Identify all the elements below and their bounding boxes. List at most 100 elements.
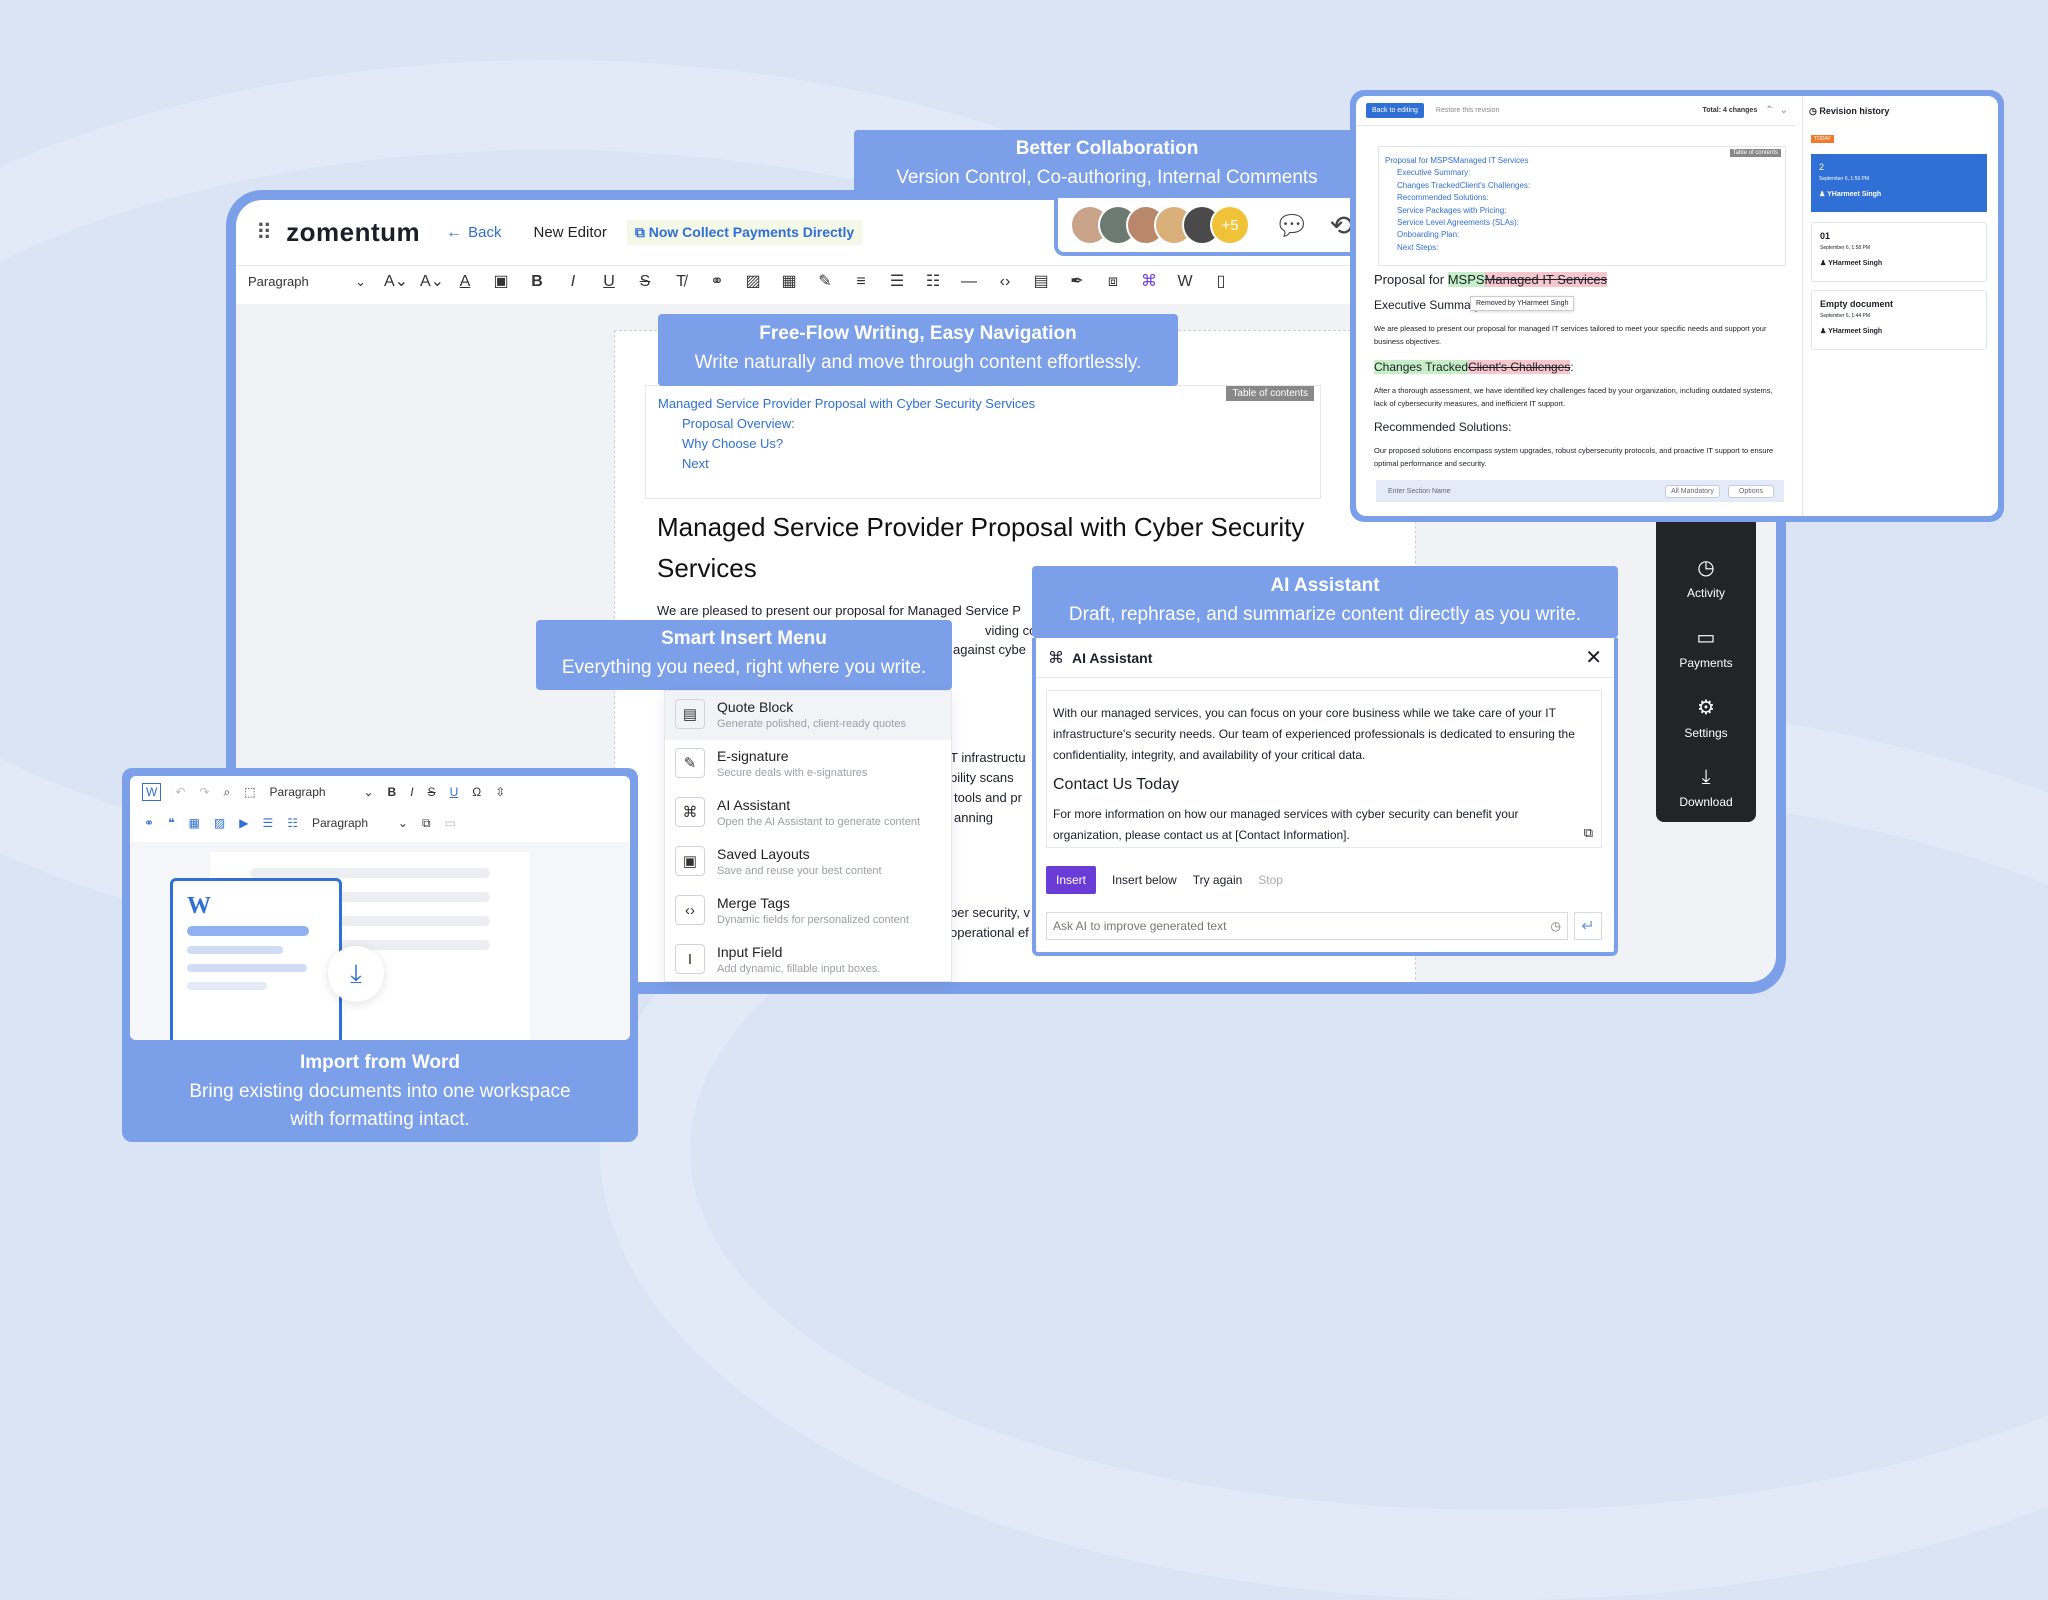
- clear-format-icon[interactable]: T̸: [672, 273, 690, 291]
- word-caption: Import from Word Bring existing document…: [189, 1052, 571, 1130]
- rev-toc-item[interactable]: Service Packages with Pricing:: [1385, 205, 1530, 217]
- insert-button[interactable]: Insert: [1046, 866, 1097, 894]
- word-import-icon[interactable]: W: [1176, 273, 1194, 291]
- revision-card[interactable]: Empty document September 6, 1:44 PM ♟ YH…: [1811, 290, 1987, 350]
- rev-toc-item[interactable]: Recommended Solutions:: [1385, 192, 1530, 204]
- rev-toc-item[interactable]: Proposal for MSPSManaged IT Services: [1385, 155, 1530, 167]
- bullet-list-icon[interactable]: ☰: [888, 273, 906, 291]
- insert-input-field[interactable]: I Input Field Add dynamic, fillable input…: [665, 936, 951, 981]
- ai-prompt-input[interactable]: Ask AI to improve generated text ◷: [1046, 912, 1568, 940]
- font-color-icon[interactable]: A: [456, 273, 474, 291]
- bold-icon[interactable]: B: [388, 785, 397, 799]
- payments-button[interactable]: ▭ Payments: [1656, 612, 1756, 682]
- prev-change-icon[interactable]: ⌃: [1765, 105, 1773, 116]
- numbered-list-icon[interactable]: ☷: [924, 273, 942, 291]
- revision-card-active[interactable]: 2 September 6, 1:59 PM ♟ YHarmeet Singh: [1811, 154, 1987, 212]
- code-icon[interactable]: ‹›: [996, 273, 1014, 291]
- back-link[interactable]: Back: [468, 224, 501, 241]
- divider-icon[interactable]: —: [960, 273, 978, 291]
- try-again-button[interactable]: Try again: [1193, 873, 1243, 887]
- comment-icon[interactable]: ▭: [445, 816, 456, 830]
- search-icon[interactable]: ⌕: [223, 785, 230, 800]
- download-icon[interactable]: ⤓: [328, 946, 384, 1002]
- insert-e-signature[interactable]: ✎ E-signature Secure deals with e-signatu…: [665, 740, 951, 789]
- italic-icon[interactable]: I: [410, 785, 413, 799]
- history-icon[interactable]: ◷: [1551, 919, 1561, 933]
- page-break-icon[interactable]: ⇳: [495, 785, 505, 799]
- rev-toc-item[interactable]: Service Level Agreements (SLAs):: [1385, 217, 1530, 229]
- toc-item[interactable]: Next: [658, 454, 1035, 474]
- doc-title[interactable]: New Editor: [533, 224, 606, 241]
- insert-ai-assistant[interactable]: ⌘ AI Assistant Open the AI Assistant to g…: [665, 789, 951, 838]
- omega-icon[interactable]: Ω: [472, 785, 481, 799]
- toc-item[interactable]: Proposal Overview:: [658, 414, 1035, 434]
- quote-block-icon: ▤: [675, 699, 705, 729]
- send-icon[interactable]: ↵: [1574, 912, 1602, 940]
- settings-button[interactable]: ⚙ Settings: [1656, 682, 1756, 752]
- quote-icon[interactable]: ❝: [168, 816, 174, 830]
- table-icon[interactable]: ▦: [780, 273, 798, 291]
- strikethrough-icon[interactable]: S: [428, 785, 436, 799]
- rev-toc-item[interactable]: Next Steps:: [1385, 242, 1530, 254]
- revision-card[interactable]: 01 September 6, 1:58 PM ♟ YHarmeet Singh: [1811, 222, 1987, 282]
- insert-saved-layouts[interactable]: ▣ Saved Layouts Save and reuse your best …: [665, 838, 951, 887]
- insert-quote-block[interactable]: ▤ Quote Block Generate polished, client-r…: [665, 691, 951, 740]
- collect-payments-banner[interactable]: ⧉ Now Collect Payments Directly: [626, 220, 863, 245]
- insert-below-button[interactable]: Insert below: [1112, 873, 1177, 887]
- restore-button[interactable]: Restore this revision: [1436, 107, 1499, 114]
- table-icon[interactable]: ▦: [189, 816, 200, 830]
- signature-icon[interactable]: ✒: [1068, 273, 1086, 291]
- highlighter-icon[interactable]: ✎: [816, 273, 834, 291]
- next-change-icon[interactable]: ⌄: [1780, 105, 1788, 116]
- options-select[interactable]: Options: [1727, 484, 1774, 498]
- download-button[interactable]: ⤓ Download: [1656, 752, 1756, 822]
- underline-icon[interactable]: U: [600, 273, 618, 291]
- ai-panel: ⌘ AI Assistant ✕ With our managed servic…: [1032, 638, 1618, 956]
- paragraph-select[interactable]: Paragraph ⌄: [248, 274, 366, 290]
- numbered-list-icon[interactable]: ☷: [287, 816, 298, 830]
- italic-icon[interactable]: I: [564, 273, 582, 291]
- document-icon[interactable]: ▯: [1212, 273, 1230, 291]
- mandatory-toggle[interactable]: All Mandatory: [1665, 484, 1720, 498]
- image-icon[interactable]: ▨: [214, 816, 225, 830]
- close-icon[interactable]: ✕: [1585, 645, 1602, 670]
- stop-button[interactable]: Stop: [1258, 873, 1283, 887]
- comments-icon[interactable]: 💬︎: [1274, 209, 1310, 242]
- link-icon[interactable]: ⚭: [708, 273, 726, 291]
- format-icon[interactable]: ⧉: [422, 816, 431, 831]
- insert-merge-tags[interactable]: ‹› Merge Tags Dynamic fields for personal…: [665, 887, 951, 936]
- redo-icon[interactable]: ↷: [199, 785, 209, 799]
- copy-icon[interactable]: ⧉: [1584, 825, 1593, 841]
- font-size-icon[interactable]: A⌄: [384, 273, 408, 291]
- paragraph-select-2[interactable]: Paragraph ⌄: [312, 816, 408, 830]
- underline-icon[interactable]: U: [450, 785, 459, 799]
- rev-toc-item[interactable]: Executive Summary:: [1385, 167, 1530, 179]
- back-to-editing-button[interactable]: Back to editing: [1366, 103, 1424, 118]
- toc-list: Managed Service Provider Proposal with C…: [658, 394, 1035, 474]
- bold-icon[interactable]: B: [528, 273, 546, 291]
- undo-icon[interactable]: ↶: [175, 785, 185, 799]
- link-icon[interactable]: ⚭: [144, 816, 154, 830]
- apps-grid-icon[interactable]: ⠿: [256, 220, 272, 246]
- ai-icon[interactable]: ⌘: [1140, 273, 1158, 291]
- quote-block-icon[interactable]: ▤: [1032, 273, 1050, 291]
- more-avatars-badge[interactable]: +5: [1210, 205, 1250, 245]
- toc-item[interactable]: Managed Service Provider Proposal with C…: [658, 394, 1035, 414]
- toc-item[interactable]: Why Choose Us?: [658, 434, 1035, 454]
- layout-icon[interactable]: ⧈: [1104, 273, 1122, 291]
- highlight-icon[interactable]: ▣: [492, 273, 510, 291]
- activity-button[interactable]: ◷ Activity: [1656, 542, 1756, 612]
- select-all-icon[interactable]: ⬚: [244, 785, 255, 799]
- word-import-icon[interactable]: W: [142, 783, 162, 801]
- insert-caption: Smart Insert Menu Everything you need, r…: [536, 620, 952, 690]
- strikethrough-icon[interactable]: S: [636, 273, 654, 291]
- section-name-input[interactable]: Enter Section Name: [1388, 488, 1451, 495]
- rev-toc-item[interactable]: Onboarding Plan:: [1385, 229, 1530, 241]
- video-icon[interactable]: ▶: [239, 816, 248, 830]
- image-icon[interactable]: ▨: [744, 273, 762, 291]
- paragraph-select[interactable]: Paragraph ⌄: [270, 785, 374, 799]
- rev-toc-item[interactable]: Changes TrackedClient's Challenges:: [1385, 180, 1530, 192]
- line-height-icon[interactable]: A⌄: [420, 273, 444, 291]
- bullet-list-icon[interactable]: ☰: [262, 816, 273, 830]
- align-icon[interactable]: ≡: [852, 273, 870, 291]
